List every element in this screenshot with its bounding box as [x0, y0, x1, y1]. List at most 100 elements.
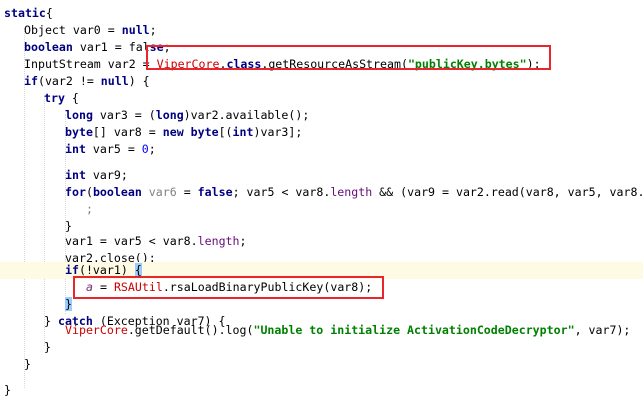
- code-token: }: [44, 340, 51, 354]
- code-line[interactable]: }: [0, 356, 643, 373]
- code-token: long: [155, 108, 184, 122]
- code-token: .getResourceAsStream(: [261, 57, 408, 71]
- code-token: }: [24, 357, 31, 371]
- code-token: {: [64, 91, 79, 105]
- code-token: (!var1): [78, 263, 135, 277]
- code-token: ; var5 < var8.: [232, 185, 331, 199]
- code-token: null: [121, 23, 150, 37]
- code-token: class: [226, 57, 262, 71]
- code-token: se: [149, 40, 164, 54]
- code-line[interactable]: }: [0, 339, 643, 356]
- code-token: static: [4, 6, 46, 20]
- code-line[interactable]: var1 = var5 < var8.length;: [0, 233, 643, 250]
- code-text: }: [24, 356, 31, 373]
- matched-brace: {: [134, 263, 142, 277]
- code-line[interactable]: int var5 = 0;: [0, 141, 643, 158]
- code-text: for(boolean var6 = false; var5 < var8.le…: [65, 184, 643, 201]
- code-token: }: [65, 219, 72, 233]
- code-token: ;: [86, 202, 93, 216]
- code-token: var1 = fal: [72, 40, 150, 54]
- code-text: int var5 = 0;: [65, 141, 156, 158]
- code-token: var6: [148, 185, 177, 199]
- code-token: ViperCore: [65, 323, 128, 337]
- code-token: int: [65, 142, 86, 156]
- code-token: );: [526, 57, 541, 71]
- code-text: static{: [4, 5, 53, 22]
- code-line[interactable]: if(var2 != null) {: [0, 73, 643, 90]
- code-token: =: [92, 280, 114, 294]
- code-line[interactable]: a = RSAUtil.rsaLoadBinaryPublicKey(var8)…: [0, 279, 643, 296]
- code-token: "publicKey.bytes": [407, 57, 527, 71]
- code-token: var5 =: [85, 142, 142, 156]
- code-token: "Unable to initialize ActivationCodeDecr…: [253, 323, 575, 337]
- code-token: ;: [163, 40, 171, 54]
- code-line[interactable]: }: [0, 296, 643, 313]
- code-token: ) {: [128, 74, 150, 88]
- code-token: for: [65, 185, 86, 199]
- code-text: InputStream var2 = ViperCore.class.getRe…: [24, 56, 541, 73]
- code-line[interactable]: byte[] var8 = new byte[(int)var3];: [0, 124, 643, 141]
- current-code-line[interactable]: if(!var1) {: [0, 262, 643, 279]
- code-line[interactable]: for(boolean var6 = false; var5 < var8.le…: [0, 184, 643, 201]
- code-token: if: [65, 263, 79, 277]
- code-token: length: [197, 234, 240, 248]
- code-text: ;: [86, 201, 93, 218]
- code-text: int var9;: [65, 167, 128, 184]
- code-token: int: [65, 168, 86, 182]
- code-text: try {: [44, 90, 79, 107]
- code-line[interactable]: ;: [0, 201, 643, 218]
- code-line[interactable]: try {: [0, 90, 643, 107]
- code-text: a = RSAUtil.rsaLoadBinaryPublicKey(var8)…: [86, 279, 372, 296]
- code-text: boolean var1 = false;: [24, 39, 171, 56]
- code-token: [(: [218, 125, 233, 139]
- code-text: long var3 = (long)var2.available();: [65, 107, 309, 124]
- code-token: )var3];: [253, 125, 303, 139]
- code-token: .rsaLoadBinaryPublicKey(var8);: [162, 280, 373, 294]
- code-text: }: [65, 296, 72, 313]
- code-token: && (var9 = var2.read(var8, var5, var8.: [372, 185, 643, 199]
- code-text: }: [4, 382, 11, 399]
- code-text: }: [44, 339, 51, 356]
- code-token: int: [232, 125, 254, 139]
- code-token: try: [44, 91, 65, 105]
- code-token: long: [65, 108, 93, 122]
- code-text: ViperCore.getDefault().log("Unable to in…: [65, 322, 630, 339]
- code-token: boolean: [24, 40, 73, 54]
- code-token: var1 = var5 < var8.: [65, 234, 198, 248]
- code-token: ;: [149, 23, 157, 37]
- code-line[interactable]: boolean var1 = false;: [0, 39, 643, 56]
- code-token: .getDefault().log(: [127, 323, 254, 337]
- matched-brace: }: [65, 297, 72, 311]
- code-text: Object var0 = null;: [24, 22, 157, 39]
- code-token: var9;: [85, 168, 128, 182]
- code-editor[interactable]: static{ Object var0 = null; boolean var1…: [0, 0, 643, 412]
- code-text: if(!var1) {: [65, 262, 142, 279]
- code-line[interactable]: int var9;: [0, 167, 643, 184]
- code-token: {: [45, 6, 53, 20]
- code-token: length: [330, 185, 373, 199]
- code-token: ;: [239, 234, 247, 248]
- code-line[interactable]: ViperCore.getDefault().log("Unable to in…: [0, 322, 643, 339]
- code-token: (var2 !=: [37, 74, 101, 88]
- code-token: var3 = (: [92, 108, 156, 122]
- code-token: boolean: [92, 185, 142, 199]
- code-line[interactable]: static{: [0, 5, 643, 22]
- code-token: Object var0 =: [24, 23, 122, 37]
- code-token: RSAUtil: [113, 280, 163, 294]
- code-token: ViperCore: [156, 57, 220, 71]
- code-line[interactable]: Object var0 = null;: [0, 22, 643, 39]
- code-token: )var2.available();: [183, 108, 310, 122]
- code-text: byte[] var8 = new byte[(int)var3];: [65, 124, 302, 141]
- code-token: InputStream var2 =: [24, 57, 157, 71]
- code-line[interactable]: }: [0, 382, 643, 399]
- code-text: if(var2 != null) {: [24, 73, 150, 90]
- code-token: =: [176, 185, 198, 199]
- code-token: a: [86, 280, 93, 294]
- code-line[interactable]: InputStream var2 = ViperCore.class.getRe…: [0, 56, 643, 73]
- code-line[interactable]: long var3 = (long)var2.available();: [0, 107, 643, 124]
- code-token: }: [4, 383, 11, 397]
- code-token: new byte: [162, 125, 219, 139]
- code-token: null: [100, 74, 129, 88]
- code-token: false: [197, 185, 233, 199]
